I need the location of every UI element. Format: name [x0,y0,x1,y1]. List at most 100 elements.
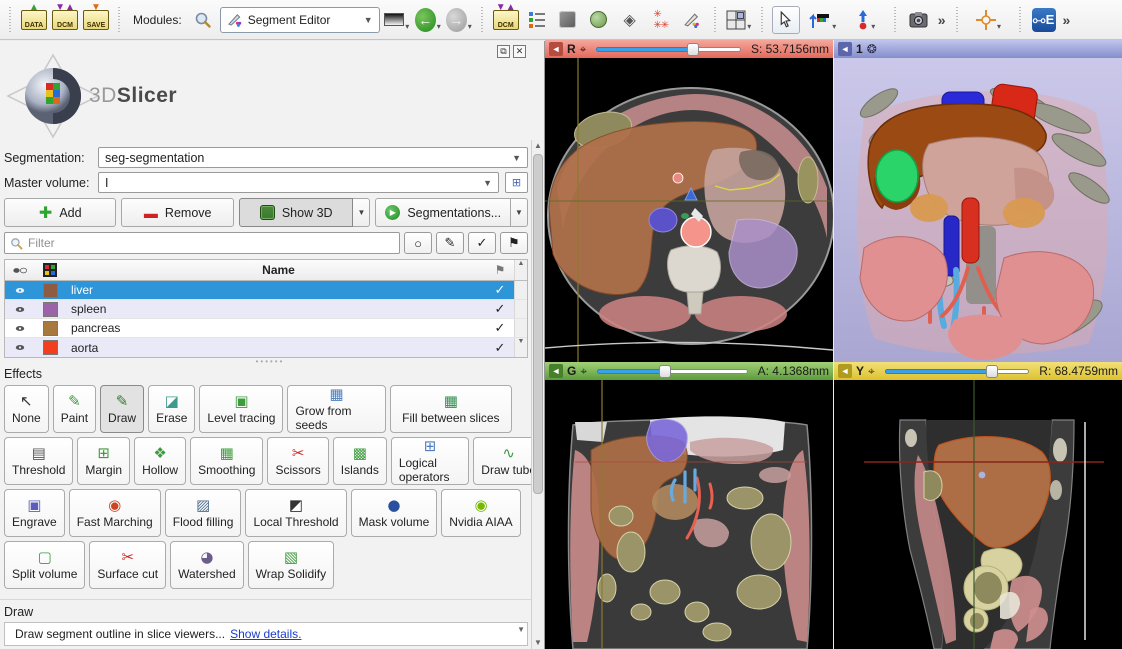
edit-filter-button[interactable]: ✎ [436,232,464,254]
save-button[interactable]: ▼SAVE [82,6,110,34]
segment-status-check[interactable]: ✓ [486,340,514,356]
effect-local-threshold-button[interactable]: ◩Local Threshold [245,489,346,537]
eye-icon[interactable] [13,324,27,333]
screenshot-button[interactable] [905,6,933,34]
effect-nvidia-aiaa-button[interactable]: ◉Nvidia AIAA [441,489,520,537]
extensions-manager-button[interactable]: ⧟E [1030,6,1058,34]
segmentations-menu-button[interactable]: ▼ [511,198,528,227]
red-slider-thumb[interactable] [687,43,699,56]
segment-status-check[interactable]: ✓ [486,320,514,336]
effect-paint-button[interactable]: ✎Paint [53,385,96,433]
effect-scissors-button[interactable]: ✂Scissors [267,437,328,485]
scroll-up-icon[interactable]: ▲ [532,140,544,152]
effect-mask-volume-button[interactable]: ●Mask volume [351,489,438,537]
scrollbar-thumb[interactable] [533,154,543,494]
threeD-pin-icon[interactable]: ◄ [838,42,852,56]
dicom-browser-button[interactable]: ▼▲DCM [492,6,520,34]
close-panel-button[interactable]: ✕ [513,45,526,58]
scroll-down-icon[interactable]: ▼ [532,637,544,649]
table-scrollbar[interactable] [514,300,527,318]
eye-icon[interactable] [13,343,27,352]
annotations-button[interactable] [678,6,706,34]
segment-color-swatch[interactable] [43,340,58,355]
subject-hierarchy-button[interactable] [523,6,551,34]
segment-color-swatch[interactable] [43,302,58,317]
color-column-icon[interactable] [35,263,65,277]
eye-icon[interactable] [13,305,27,314]
yellow-slider-thumb[interactable] [986,365,998,378]
effect-threshold-button[interactable]: ▤Threshold [4,437,73,485]
segmentations-module-button[interactable]: ▶Segmentations... [375,198,511,227]
markups-button[interactable]: ✳✳✳ [647,6,675,34]
eye-icon[interactable] [13,286,27,295]
effect-smoothing-button[interactable]: ▦Smoothing [190,437,263,485]
master-volume-selector[interactable]: I ▼ [98,172,499,193]
effect-margin-button[interactable]: ⊞Margin [77,437,130,485]
green-slider-thumb[interactable] [659,365,671,378]
yellow-pin-icon[interactable]: ◄ [838,364,852,378]
effect-grow-from-seeds-button[interactable]: ▦Grow from seeds [287,385,385,433]
filter-input[interactable]: Filter [4,232,400,254]
modules-history-button[interactable]: ▾ [383,6,411,34]
table-row[interactable]: aorta ✓ ▼ [5,338,527,357]
show-3d-button[interactable]: Show 3D [239,198,354,227]
segment-name[interactable]: liver [65,283,486,297]
effect-split-volume-button[interactable]: ▢Split volume [4,541,85,589]
load-data-button[interactable]: ▲DATA [20,6,48,34]
effect-engrave-button[interactable]: ▣Engrave [4,489,65,537]
show-3d-menu-button[interactable]: ▼ [353,198,370,227]
module-selector[interactable]: Segment Editor ▼ [220,7,380,33]
module-back-button[interactable]: ←▾ [414,6,442,34]
panel-splitter-handle[interactable]: •••••• [220,357,320,366]
crosshair-button[interactable]: ▾ [967,6,1011,34]
yellow-menu-icon[interactable]: ⌖ [868,365,875,377]
threeD-viewport[interactable] [834,58,1122,362]
undock-panel-button[interactable]: ⧉ [497,45,510,58]
effect-fill-between-slices-button[interactable]: ▦Fill between slices [390,385,513,433]
specify-geometry-button[interactable]: ⊞ [505,172,528,193]
table-scrollbar[interactable] [514,319,527,337]
volumes-button[interactable] [554,6,582,34]
table-row[interactable]: spleen ✓ [5,300,527,319]
table-scrollbar[interactable] [514,281,527,299]
segment-color-swatch[interactable] [43,321,58,336]
segment-color-swatch[interactable] [43,283,58,298]
yellow-slice-slider[interactable] [885,367,1030,376]
segment-status-check[interactable]: ✓ [486,301,514,317]
panel-scrollbar[interactable]: ▲ ▼ [531,140,544,649]
mouse-interaction-button[interactable] [772,6,800,34]
segment-status-check[interactable]: ✓ [486,282,514,298]
effect-watershed-button[interactable]: ◕Watershed [170,541,244,589]
effect-draw-button[interactable]: ✎Draw [100,385,144,433]
module-forward-button[interactable]: →▾ [445,6,473,34]
status-column-icon[interactable]: ⚑ [486,263,514,277]
effect-islands-button[interactable]: ▩Islands [333,437,387,485]
effect-none-button[interactable]: ↖None [4,385,49,433]
add-segment-button[interactable]: ✚Add [4,198,116,227]
effect-logical-operators-button[interactable]: ⊞Logical operators [391,437,469,485]
effect-level-tracing-button[interactable]: ▣Level tracing [199,385,283,433]
green-pin-icon[interactable]: ◄ [549,364,563,378]
segment-name[interactable]: pancreas [65,321,486,335]
layout-selector-button[interactable]: ▾ [725,6,753,34]
visibility-column-icon[interactable] [5,266,35,275]
models-button[interactable] [585,6,613,34]
green-menu-icon[interactable]: ⌖ [580,365,587,377]
status-check-filter-button[interactable]: ✓ [468,232,496,254]
table-scrollbar-up[interactable]: ▲ [514,260,527,280]
toolbar-overflow-left[interactable]: » [936,12,948,28]
import-dicom-button[interactable]: ▼▲DCM [51,6,79,34]
effect-wrap-solidify-button[interactable]: ▧Wrap Solidify [248,541,334,589]
red-slice-viewport[interactable] [545,58,833,362]
red-slice-slider[interactable] [596,45,741,54]
effect-fast-marching-button[interactable]: ◉Fast Marching [69,489,161,537]
segment-name[interactable]: aorta [65,341,486,355]
effect-flood-filling-button[interactable]: ▨Flood filling [165,489,242,537]
segment-name[interactable]: spleen [65,302,486,316]
show-none-filter-button[interactable]: ○ [404,232,432,254]
effect-hollow-button[interactable]: ❖Hollow [134,437,186,485]
table-row[interactable]: liver ✓ [5,281,527,300]
toolbar-overflow-right[interactable]: » [1061,12,1073,28]
flag-filter-button[interactable]: ⚑ [500,232,528,254]
module-search-button[interactable] [189,6,217,34]
